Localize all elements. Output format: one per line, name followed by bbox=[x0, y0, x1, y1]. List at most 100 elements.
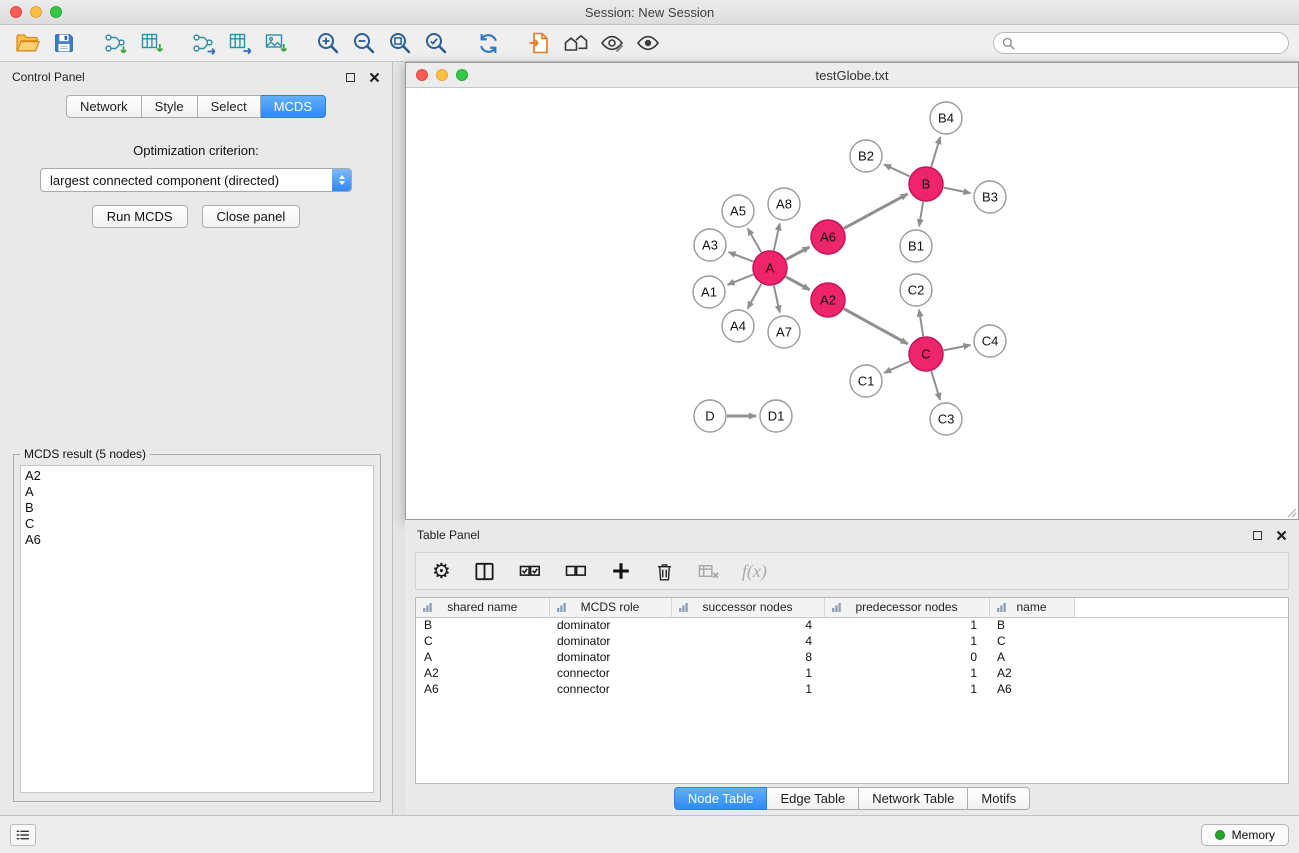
mcds-result-item[interactable]: A bbox=[25, 484, 369, 500]
cell-predecessor-nodes[interactable]: 1 bbox=[824, 617, 989, 633]
graph-edge-B-B2[interactable] bbox=[884, 164, 910, 176]
close-panel-icon[interactable] bbox=[369, 72, 380, 83]
export-table-button[interactable] bbox=[222, 28, 258, 58]
cell-shared-name[interactable]: A2 bbox=[416, 665, 549, 681]
graph-node-B[interactable]: B bbox=[909, 167, 943, 201]
cell-MCDS-role[interactable]: dominator bbox=[549, 633, 671, 649]
graph-node-A5[interactable]: A5 bbox=[722, 195, 754, 227]
column-header-name[interactable]: name bbox=[989, 598, 1074, 617]
graph-node-A7[interactable]: A7 bbox=[768, 316, 800, 348]
cell-name[interactable]: A2 bbox=[989, 665, 1074, 681]
close-window-icon[interactable] bbox=[10, 6, 22, 18]
column-visibility-button[interactable] bbox=[473, 560, 496, 583]
mcds-result-item[interactable]: C bbox=[25, 516, 369, 532]
close-network-window-icon[interactable] bbox=[416, 69, 428, 81]
search-input[interactable] bbox=[1020, 36, 1280, 50]
table-row[interactable]: Cdominator41C bbox=[416, 633, 1288, 649]
table-row[interactable]: Bdominator41B bbox=[416, 617, 1288, 633]
cell-shared-name[interactable]: A bbox=[416, 649, 549, 665]
graph-node-C2[interactable]: C2 bbox=[900, 274, 932, 306]
mcds-result-item[interactable]: A6 bbox=[25, 532, 369, 548]
column-header-successor-nodes[interactable]: successor nodes bbox=[671, 598, 824, 617]
graph-node-A3[interactable]: A3 bbox=[694, 229, 726, 261]
export-image-button[interactable] bbox=[258, 28, 294, 58]
cell-shared-name[interactable]: A6 bbox=[416, 681, 549, 697]
apply-layout-button[interactable] bbox=[470, 28, 506, 58]
tab-network-table[interactable]: Network Table bbox=[859, 787, 968, 810]
memory-button[interactable]: Memory bbox=[1201, 824, 1289, 846]
tab-mcds[interactable]: MCDS bbox=[261, 95, 326, 118]
manage-networks-button[interactable] bbox=[522, 28, 558, 58]
cell-MCDS-role[interactable]: connector bbox=[549, 681, 671, 697]
cell-predecessor-nodes[interactable]: 0 bbox=[824, 649, 989, 665]
graph-node-C1[interactable]: C1 bbox=[850, 365, 882, 397]
graph-node-C4[interactable]: C4 bbox=[974, 325, 1006, 357]
table-row[interactable]: A2connector11A2 bbox=[416, 665, 1288, 681]
graph-edge-A-A1[interactable] bbox=[728, 275, 754, 285]
column-header-shared-name[interactable]: shared name bbox=[416, 598, 549, 617]
graph-edge-A-A2[interactable] bbox=[786, 277, 810, 290]
cell-MCDS-role[interactable]: connector bbox=[549, 665, 671, 681]
cell-successor-nodes[interactable]: 1 bbox=[671, 681, 824, 697]
tab-motifs[interactable]: Motifs bbox=[968, 787, 1030, 810]
graph-node-B1[interactable]: B1 bbox=[900, 230, 932, 262]
cell-predecessor-nodes[interactable]: 1 bbox=[824, 665, 989, 681]
zoom-selected-button[interactable] bbox=[418, 28, 454, 58]
cell-successor-nodes[interactable]: 8 bbox=[671, 649, 824, 665]
cell-MCDS-role[interactable]: dominator bbox=[549, 649, 671, 665]
tab-node-table[interactable]: Node Table bbox=[674, 787, 768, 810]
graph-edge-C-C2[interactable] bbox=[919, 310, 923, 336]
mcds-result-item[interactable]: A2 bbox=[25, 468, 369, 484]
cell-predecessor-nodes[interactable]: 1 bbox=[824, 633, 989, 649]
delete-column-button[interactable] bbox=[654, 561, 675, 582]
graph-edge-C-C3[interactable] bbox=[931, 371, 940, 400]
graph-edge-A-A5[interactable] bbox=[748, 228, 761, 252]
resize-grip-icon[interactable] bbox=[1285, 506, 1297, 518]
graph-node-A6[interactable]: A6 bbox=[811, 220, 845, 254]
graph-edge-A-A7[interactable] bbox=[774, 286, 780, 313]
tab-network[interactable]: Network bbox=[66, 95, 142, 118]
search-field[interactable] bbox=[993, 32, 1289, 54]
export-network-button[interactable] bbox=[186, 28, 222, 58]
graph-edge-A2-C[interactable] bbox=[844, 309, 908, 344]
task-history-button[interactable] bbox=[10, 824, 36, 846]
mcds-result-item[interactable]: B bbox=[25, 500, 369, 516]
graph-node-A[interactable]: A bbox=[753, 251, 787, 285]
graph-node-B4[interactable]: B4 bbox=[930, 102, 962, 134]
graph-node-A2[interactable]: A2 bbox=[811, 283, 845, 317]
graph-node-B2[interactable]: B2 bbox=[850, 140, 882, 172]
cell-shared-name[interactable]: B bbox=[416, 617, 549, 633]
mcds-result-list[interactable]: A2ABCA6 bbox=[20, 465, 374, 793]
cell-shared-name[interactable]: C bbox=[416, 633, 549, 649]
home-view-button[interactable] bbox=[558, 28, 594, 58]
zoom-window-icon[interactable] bbox=[50, 6, 62, 18]
zoom-network-window-icon[interactable] bbox=[456, 69, 468, 81]
import-network-button[interactable] bbox=[98, 28, 134, 58]
graph-node-A4[interactable]: A4 bbox=[722, 310, 754, 342]
table-row[interactable]: A6connector11A6 bbox=[416, 681, 1288, 697]
add-column-button[interactable] bbox=[610, 560, 632, 582]
graph-node-D1[interactable]: D1 bbox=[760, 400, 792, 432]
network-canvas[interactable]: B4B2BB3A5A8A6B1A3AC2A1A2A4A7C4CC1C3DD1 bbox=[406, 88, 1298, 519]
cell-name[interactable]: B bbox=[989, 617, 1074, 633]
tab-style[interactable]: Style bbox=[142, 95, 198, 118]
float-table-panel-icon[interactable] bbox=[1253, 531, 1262, 540]
graph-node-C[interactable]: C bbox=[909, 337, 943, 371]
graph-edge-C-C4[interactable] bbox=[944, 345, 971, 350]
cell-name[interactable]: C bbox=[989, 633, 1074, 649]
graph-edge-A-A6[interactable] bbox=[786, 247, 810, 260]
function-builder-button[interactable]: f(x) bbox=[742, 561, 767, 582]
graph-node-A1[interactable]: A1 bbox=[693, 276, 725, 308]
graph-edge-A-A4[interactable] bbox=[748, 284, 762, 309]
select-all-rows-button[interactable] bbox=[518, 559, 542, 583]
cell-successor-nodes[interactable]: 1 bbox=[671, 665, 824, 681]
zoom-fit-button[interactable] bbox=[382, 28, 418, 58]
graph-edge-A-A8[interactable] bbox=[774, 224, 780, 251]
cell-name[interactable]: A bbox=[989, 649, 1074, 665]
import-table-button[interactable] bbox=[134, 28, 170, 58]
table-settings-button[interactable]: ⚙ bbox=[432, 561, 451, 582]
graph-edge-C-C1[interactable] bbox=[884, 361, 909, 372]
graph-edge-A-A3[interactable] bbox=[729, 252, 754, 261]
network-graph[interactable]: B4B2BB3A5A8A6B1A3AC2A1A2A4A7C4CC1C3DD1 bbox=[406, 88, 1298, 519]
zoom-out-button[interactable] bbox=[346, 28, 382, 58]
